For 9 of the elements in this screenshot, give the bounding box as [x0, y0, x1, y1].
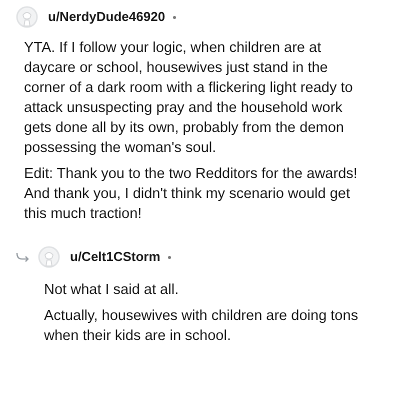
comment-text: Actually, housewives with children are doing tons when their kids are in school. — [44, 307, 360, 346]
avatar-icon — [38, 246, 60, 268]
reply-arrow-icon — [16, 252, 30, 262]
comment-text: Not what I said at all. — [44, 281, 180, 300]
username[interactable]: u/NerdyDude46920 — [48, 7, 166, 27]
comment-text: YTA. If I follow your logic, when children are at daycare or school, housewives just stand in the corner of a dark room with a flickering light ready to attack unsuspecting pray and the household work gets done all by its own, probably from the demon possessing the woman's soul. — [24, 39, 354, 158]
username[interactable]: u/Celt1CStorm — [70, 247, 160, 267]
comment-text: Edit: Thank you to the two Redditors for the awards! And thank you, I didn't think my scenario would get this much traction! — [24, 165, 358, 224]
avatar-icon — [16, 6, 38, 28]
